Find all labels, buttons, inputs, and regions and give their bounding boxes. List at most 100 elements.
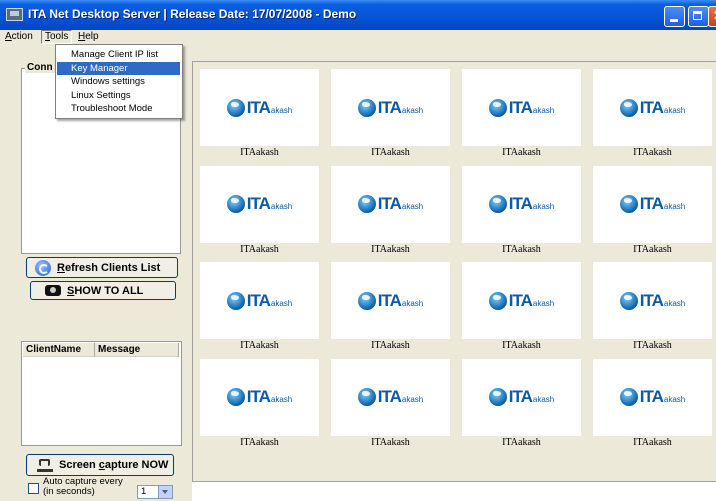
globe-icon [619,195,638,213]
window-title: ITA Net Desktop Server | Release Date: 1… [28,7,357,21]
client-name-caption: ITAakash [633,436,672,448]
menu-help[interactable]: Help [76,30,101,44]
client-screen-tile[interactable]: ITA akash ITAakash [456,63,587,159]
logo-sub-text: akash [401,395,424,404]
client-name-caption: ITAakash [633,147,672,158]
chevron-down-icon[interactable] [158,486,172,498]
logo-sub-text: akash [532,202,555,211]
client-screen-thumbnail[interactable]: ITA akash [462,165,581,243]
screen-capture-button[interactable]: Screen capture NOW [26,454,174,476]
client-screen-tile[interactable]: ITA akash ITAakash [587,160,716,256]
logo-main-text: ITA [246,290,271,310]
itaakash-logo: ITA akash [357,387,424,407]
show-to-all-label: SHOW TO ALL [67,284,144,297]
logo-main-text: ITA [639,290,664,310]
menu-tools[interactable]: Tools [41,30,73,44]
client-name-caption: ITAakash [371,340,410,351]
logo-sub-text: akash [532,395,555,404]
client-name-caption: ITAakash [502,243,541,255]
tools-menu-item[interactable]: Linux Settings [57,89,180,102]
itaakash-logo: ITA akash [226,97,293,118]
menu-action[interactable]: Action [3,30,35,44]
logo-sub-text: akash [270,395,293,404]
client-screen-thumbnail[interactable]: ITA akash [462,262,581,339]
client-screen-thumbnail[interactable]: ITA akash [331,69,450,146]
tools-menu-item[interactable]: Key Manager [57,61,180,75]
client-screen-thumbnail[interactable]: ITA akash [593,262,712,339]
client-screen-thumbnail[interactable]: ITA akash [200,358,319,436]
client-name-caption: ITAakash [371,243,410,255]
client-screen-thumbnail[interactable]: ITA akash [462,358,581,436]
column-header-clientname[interactable]: ClientName [23,343,95,357]
capture-interval-select[interactable]: 1 [137,485,173,499]
globe-icon [488,388,507,406]
client-screen-thumbnail[interactable]: ITA akash [200,262,319,339]
tools-menu-item[interactable]: Manage Client IP list [57,48,180,61]
capture-label-part3: apture NOW [104,459,169,471]
client-screen-thumbnail[interactable]: ITA akash [331,262,450,339]
itaakash-logo: ITA akash [488,387,555,407]
itaakash-logo: ITA akash [488,97,554,118]
close-button[interactable] [708,6,716,27]
client-message-list[interactable]: ClientName Message [21,341,182,446]
client-screen-tile[interactable]: ITA akash ITAakash [325,256,456,352]
globe-icon [619,98,638,117]
screen-capture-label: Screen capture NOW [59,459,168,471]
logo-main-text: ITA [508,97,533,117]
column-header-message[interactable]: Message [95,343,179,357]
client-screen-thumbnail[interactable]: ITA akash [200,165,319,243]
client-screen-thumbnail[interactable]: ITA akash [593,165,712,243]
itaakash-logo: ITA akash [619,97,685,118]
client-screen-tile[interactable]: ITA akash ITAakash [587,256,716,352]
itaakash-logo: ITA akash [619,194,685,214]
maximize-button[interactable] [688,6,709,27]
client-name-caption: ITAakash [502,147,541,158]
client-screen-tile[interactable]: ITA akash ITAakash [587,353,716,449]
itaakash-logo: ITA akash [357,98,423,118]
client-screen-tile[interactable]: ITA akash ITAakash [456,353,587,449]
client-screen-thumbnail[interactable]: ITA akash [593,69,712,146]
client-screen-tile[interactable]: ITA akash ITAakash [194,63,325,159]
title-bar[interactable]: ITA Net Desktop Server | Release Date: 1… [0,0,716,30]
client-screens-grid: ITA akash ITAakash ITA akash ITAakash ITA akash… [192,61,716,481]
client-screen-tile[interactable]: ITA akash ITAakash [194,160,325,256]
client-screen-thumbnail[interactable]: ITA akash [331,358,450,436]
globe-icon [226,98,245,117]
logo-main-text: ITA [246,97,271,117]
client-screen-tile[interactable]: ITA akash ITAakash [325,353,456,449]
show-to-all-button[interactable]: SHOW TO ALL [30,281,176,300]
client-name-caption: ITAakash [240,436,279,448]
logo-main-text: ITA [639,97,664,117]
logo-main-text: ITA [377,387,402,406]
tools-menu-item[interactable]: Troubleshoot Mode [57,102,180,115]
camera-icon [37,458,53,472]
refresh-clients-button[interactable]: Refresh Clients List [26,257,178,278]
client-screen-thumbnail[interactable]: ITA akash [331,165,450,243]
client-screen-tile[interactable]: ITA akash ITAakash [325,63,456,159]
minimize-button[interactable] [664,6,685,27]
client-name-caption: ITAakash [240,147,279,158]
tools-menu-item[interactable]: Windows settings [57,75,180,88]
client-screen-tile[interactable]: ITA akash ITAakash [325,160,456,256]
client-name-caption: ITAakash [240,340,279,351]
auto-capture-line2: (in seconds) [43,486,95,497]
capture-label-part1: Screen [59,459,99,471]
client-screen-tile[interactable]: ITA akash ITAakash [456,160,587,256]
client-screen-tile[interactable]: ITA akash ITAakash [456,256,587,352]
client-screen-tile[interactable]: ITA akash ITAakash [194,353,325,449]
globe-icon [226,388,245,406]
globe-icon [357,195,376,213]
client-screen-thumbnail[interactable]: ITA akash [200,69,319,146]
itaakash-logo: ITA akash [619,290,685,311]
client-screen-thumbnail[interactable]: ITA akash [593,358,712,436]
tools-dropdown-menu: Manage Client IP list Key Manager Windows … [55,44,183,119]
client-screen-tile[interactable]: ITA akash ITAakash [587,63,716,159]
client-name-caption: ITAakash [502,436,541,448]
itaakash-logo: ITA akash [226,194,292,214]
auto-capture-checkbox[interactable] [28,483,39,494]
client-screen-thumbnail[interactable]: ITA akash [462,69,581,146]
logo-sub-text: akash [270,105,293,115]
globe-icon [488,291,507,310]
logo-sub-text: akash [401,202,424,211]
client-screen-tile[interactable]: ITA akash ITAakash [194,256,325,352]
